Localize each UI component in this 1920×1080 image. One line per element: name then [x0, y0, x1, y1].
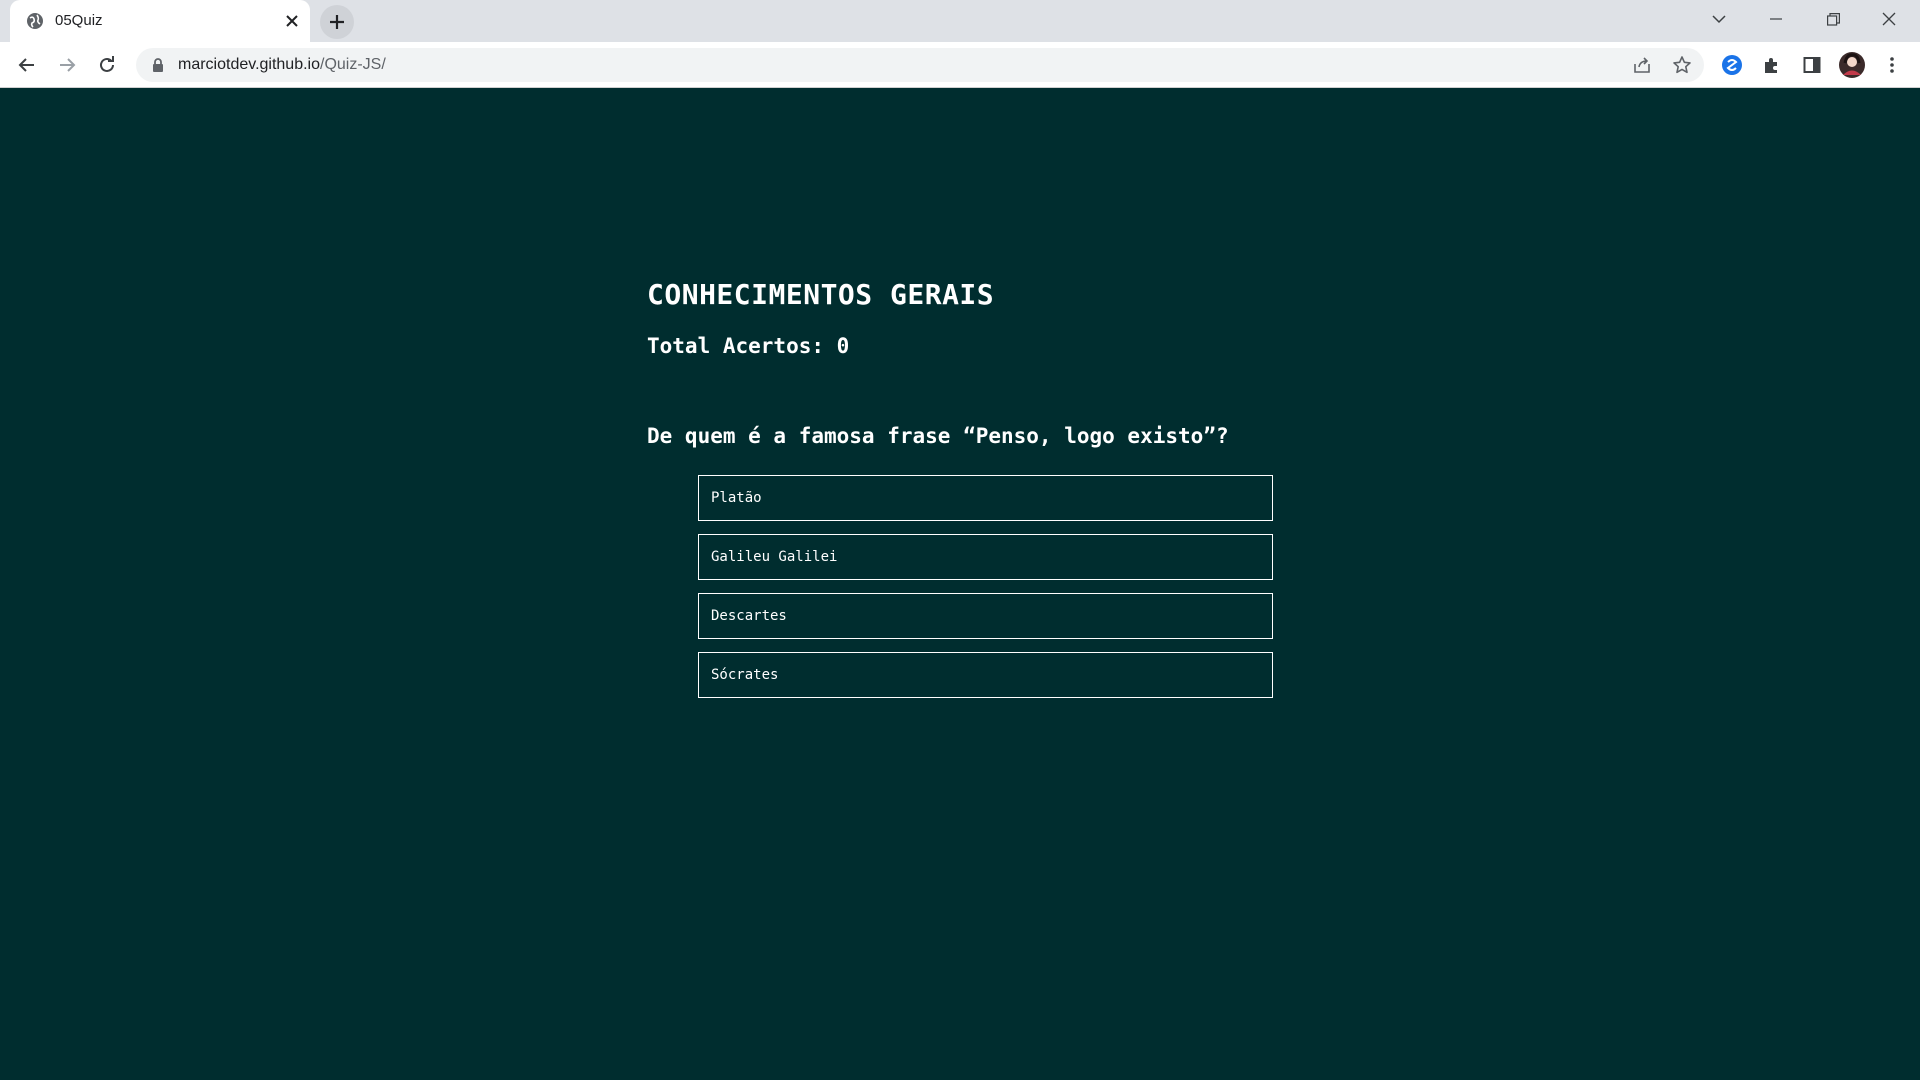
menu-button[interactable] — [1876, 49, 1908, 81]
chevron-down-icon — [1712, 15, 1726, 24]
side-panel-button[interactable] — [1796, 49, 1828, 81]
globe-icon — [26, 12, 44, 30]
puzzle-icon — [1765, 58, 1777, 73]
restore-icon — [1826, 12, 1840, 26]
avatar — [1839, 52, 1865, 78]
score-counter: Total Acertos: 0 — [647, 334, 850, 358]
extension-logo-icon — [1722, 55, 1742, 75]
arrow-left-icon — [18, 58, 34, 72]
answer-option-descartes[interactable]: Descartes — [698, 593, 1273, 639]
arrow-right-icon — [60, 58, 76, 72]
browser-tab[interactable]: 05Quiz — [10, 0, 310, 42]
minimize-button[interactable] — [1753, 0, 1799, 38]
answer-list: Platão Galileu Galilei Descartes Sócrate… — [698, 475, 1273, 711]
extension-button[interactable] — [1716, 49, 1748, 81]
answer-option-platao[interactable]: Platão — [698, 475, 1273, 521]
url-text[interactable]: marciotdev.github.io/Quiz-JS/ — [178, 56, 386, 74]
more-vertical-icon — [1890, 57, 1894, 73]
share-icon[interactable] — [1630, 53, 1654, 77]
side-panel-icon — [1803, 57, 1821, 73]
back-button[interactable] — [11, 49, 43, 81]
close-tab-icon[interactable] — [282, 11, 302, 31]
answer-option-socrates[interactable]: Sócrates — [698, 652, 1273, 698]
question-text: De quem é a famosa frase “Penso, logo ex… — [647, 424, 1229, 448]
new-tab-button[interactable] — [320, 5, 354, 39]
close-window-button[interactable] — [1866, 0, 1912, 38]
forward-button[interactable] — [51, 49, 83, 81]
profile-button[interactable] — [1836, 49, 1868, 81]
browser-toolbar: marciotdev.github.io/Quiz-JS/ — [0, 42, 1920, 88]
tab-search-button[interactable] — [1696, 0, 1742, 38]
close-icon — [1882, 12, 1896, 26]
answer-option-galileu-galilei[interactable]: Galileu Galilei — [698, 534, 1273, 580]
restore-button[interactable] — [1810, 0, 1856, 38]
reload-button[interactable] — [91, 49, 123, 81]
url-path: /Quiz-JS/ — [320, 56, 386, 73]
tab-title: 05Quiz — [55, 12, 103, 29]
extensions-button[interactable] — [1756, 49, 1788, 81]
address-bar[interactable]: marciotdev.github.io/Quiz-JS/ — [136, 48, 1704, 82]
quiz-page: CONHECIMENTOS GERAIS Total Acertos: 0 De… — [0, 88, 1920, 1080]
tab-strip: 05Quiz — [0, 0, 1920, 42]
lock-icon[interactable] — [150, 57, 166, 73]
reload-icon — [100, 56, 114, 72]
quiz-title: CONHECIMENTOS GERAIS — [647, 278, 995, 311]
plus-icon — [330, 15, 344, 29]
bookmark-star-icon[interactable] — [1670, 53, 1694, 77]
url-host: marciotdev.github.io — [178, 56, 320, 73]
minimize-icon — [1770, 18, 1782, 20]
